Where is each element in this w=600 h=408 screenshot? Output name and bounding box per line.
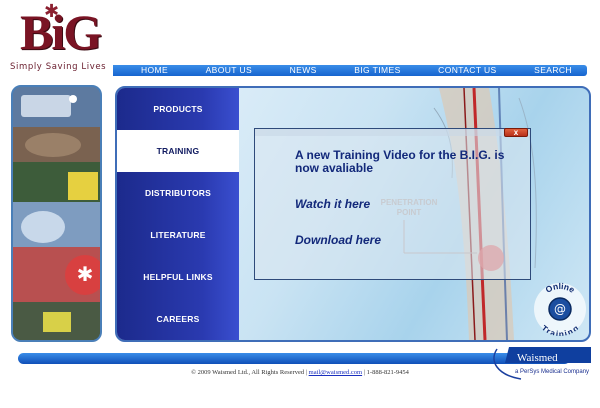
side-item-label: CAREERS bbox=[156, 314, 200, 324]
logo-tagline: Simply Saving Lives bbox=[10, 62, 107, 72]
phone-text: | 1-888-821-9454 bbox=[362, 369, 409, 376]
at-sign-icon: @ bbox=[554, 302, 566, 316]
announcement-popup: x A new Training Video for the B.I.G. is… bbox=[254, 128, 531, 280]
side-item-products[interactable]: PRODUCTS bbox=[117, 88, 239, 130]
side-item-distributors[interactable]: DISTRIBUTORS bbox=[117, 172, 239, 214]
side-item-careers[interactable]: CAREERS bbox=[117, 298, 239, 340]
side-item-label: DISTRIBUTORS bbox=[145, 188, 211, 198]
side-item-label: HELPFUL LINKS bbox=[143, 272, 213, 282]
popup-title: A new Training Video for the B.I.G. is n… bbox=[295, 148, 505, 175]
side-item-literature[interactable]: LITERATURE bbox=[117, 214, 239, 256]
watch-video-link[interactable]: Watch it here bbox=[295, 197, 370, 211]
collage-image: ✱ bbox=[13, 87, 100, 340]
svg-text:✱: ✱ bbox=[77, 262, 94, 286]
side-item-training[interactable]: TRAINING bbox=[117, 130, 239, 172]
copyright-text: © 2009 Waismed Ltd., All Rights Reserved… bbox=[191, 369, 309, 376]
logo-wordmark: BiG bbox=[20, 4, 102, 60]
footer-bar bbox=[18, 353, 570, 364]
big-logo[interactable]: BiG ✱ Simply Saving Lives bbox=[8, 1, 108, 72]
close-button[interactable]: x bbox=[504, 128, 528, 137]
close-icon: x bbox=[513, 128, 519, 137]
top-nav: HOME ABOUT US NEWS BIG TIMES CONTACT US … bbox=[113, 65, 587, 76]
nav-about-us[interactable]: ABOUT US bbox=[206, 65, 253, 76]
popup-titlebar bbox=[255, 129, 530, 136]
side-item-helpful-links[interactable]: HELPFUL LINKS bbox=[117, 256, 239, 298]
online-training-badge[interactable]: Online Training @ bbox=[533, 282, 587, 336]
nav-search[interactable]: SEARCH bbox=[534, 65, 572, 76]
side-item-label: PRODUCTS bbox=[153, 104, 203, 114]
nav-home[interactable]: HOME bbox=[141, 65, 168, 76]
nav-contact-us[interactable]: CONTACT US bbox=[438, 65, 496, 76]
side-menu: PRODUCTS TRAINING DISTRIBUTORS LITERATUR… bbox=[117, 88, 239, 340]
side-item-label: TRAINING bbox=[156, 146, 200, 156]
email-link[interactable]: mail@waismed.com bbox=[309, 369, 362, 376]
nav-news[interactable]: NEWS bbox=[290, 65, 317, 76]
download-video-link[interactable]: Download here bbox=[295, 233, 381, 247]
side-item-label: LITERATURE bbox=[150, 230, 206, 240]
waismed-name: Waismed bbox=[517, 352, 558, 364]
footer-copyright: © 2009 Waismed Ltd., All Rights Reserved… bbox=[0, 369, 600, 376]
star-of-life-icon: ✱ bbox=[44, 1, 60, 21]
nav-big-times[interactable]: BIG TIMES bbox=[354, 65, 400, 76]
photo-collage: ✱ bbox=[11, 85, 102, 342]
